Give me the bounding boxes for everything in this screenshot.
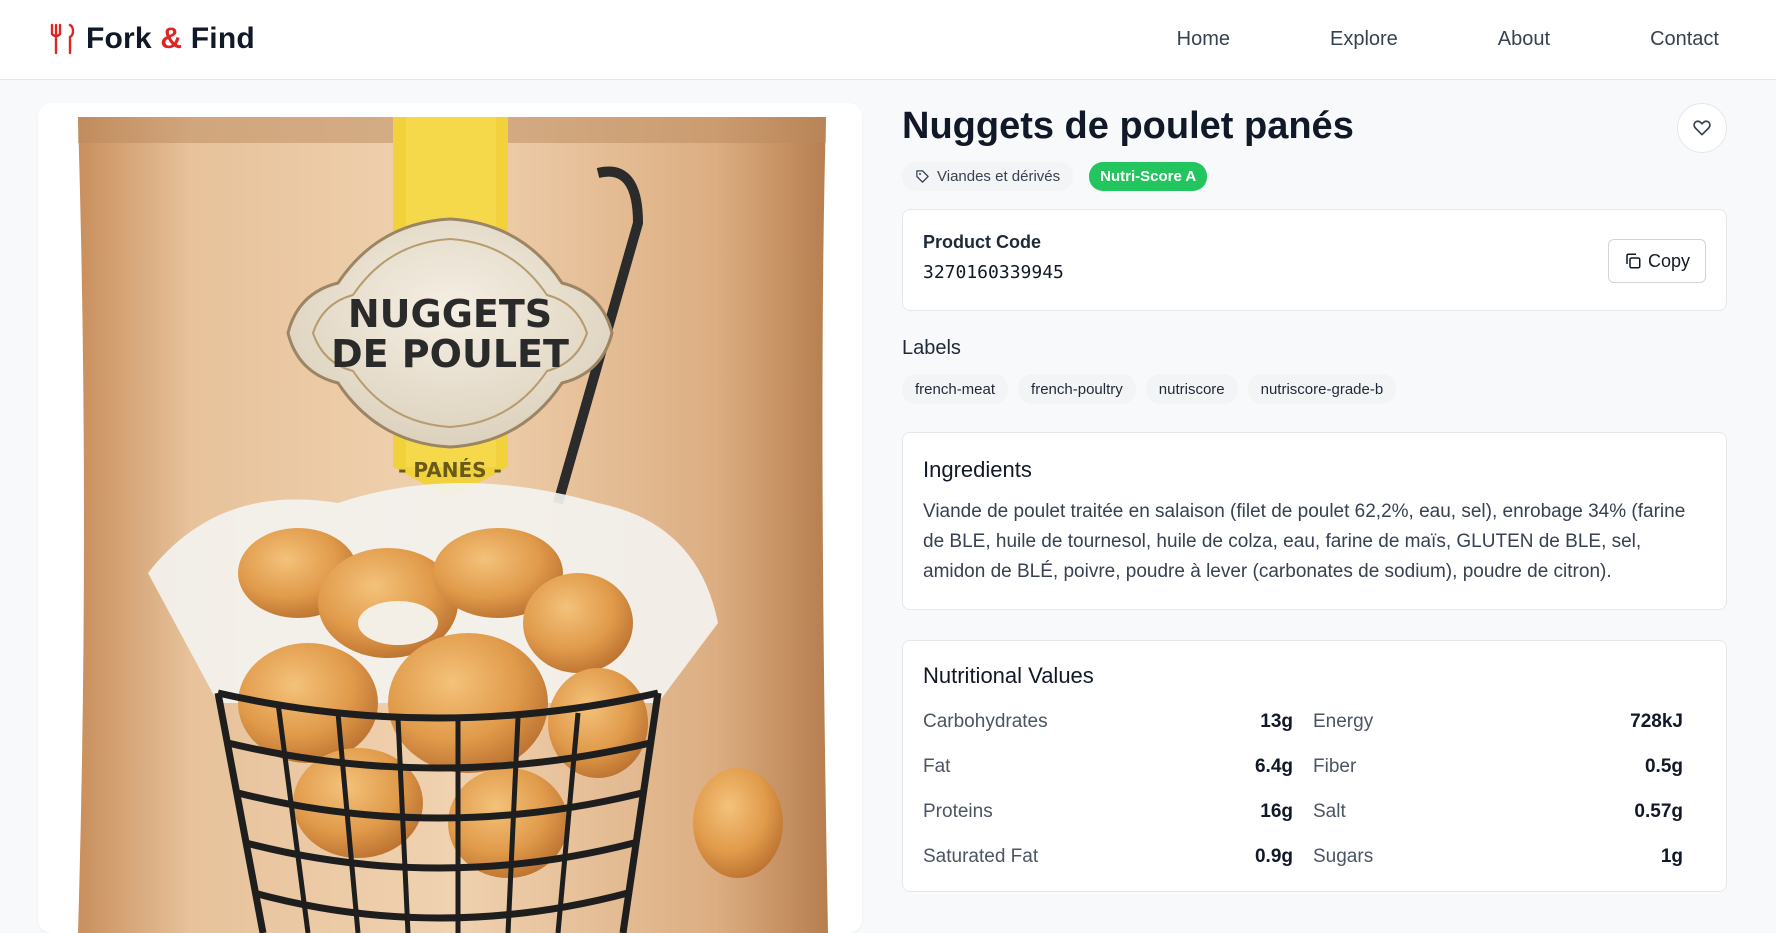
svg-text:- PANÉS -: - PANÉS -	[398, 458, 502, 482]
ingredients-card: Ingredients Viande de poulet traitée en …	[902, 432, 1727, 610]
nutrient-value: 0.9g	[1254, 845, 1293, 867]
ingredients-heading: Ingredients	[923, 457, 1032, 482]
nutrient-value: 728kJ	[1630, 710, 1683, 732]
nutrient-name: Fat	[923, 755, 951, 777]
nutrient-value: 16g	[1260, 800, 1293, 822]
top-navbar: Fork & Find Home Explore About Contact	[0, 0, 1776, 80]
copy-label: Copy	[1647, 250, 1691, 271]
nutrient-name: Sugars	[1313, 845, 1374, 867]
ingredients-text: Viande de poulet traitée en salaison (fi…	[923, 501, 1686, 582]
nutrition-column-right: Energy 728kJ Fiber 0.5g Salt 0.57g Sugars 1g	[1313, 699, 1683, 879]
nutrition-row: Fiber 0.5g	[1313, 744, 1683, 789]
nutrition-row: Sugars 1g	[1313, 834, 1683, 879]
nutrient-name: Energy	[1313, 710, 1374, 732]
product-code-card: Product Code 3270160339945 Copy	[902, 209, 1727, 311]
nutrient-name: Fiber	[1313, 755, 1357, 777]
nutrient-value: 0.57g	[1634, 800, 1683, 822]
nutri-score-badge: Nutri-Score A	[1089, 162, 1208, 191]
fork-knife-icon	[50, 23, 75, 55]
favorite-button[interactable]	[1677, 103, 1727, 153]
product-title: Nuggets de poulet panés	[902, 105, 1354, 147]
label-chip[interactable]: nutriscore-grade-b	[1247, 374, 1397, 404]
label-chip[interactable]: french-poultry	[1018, 374, 1136, 404]
nav-about[interactable]: About	[1498, 28, 1550, 51]
product-tags: Viandes et dérivés Nutri-Score A	[902, 162, 1727, 191]
nutrient-value: 1g	[1660, 845, 1683, 867]
nutrition-heading: Nutritional Values	[923, 663, 1094, 688]
nutrition-row: Proteins 16g	[923, 789, 1293, 834]
nutrition-row: Carbohydrates 13g	[923, 699, 1293, 744]
copy-icon	[1626, 253, 1641, 269]
heart-icon	[1693, 120, 1711, 136]
label-chip[interactable]: french-meat	[902, 374, 1009, 404]
nutrient-name: Saturated Fat	[923, 845, 1039, 867]
tag-icon	[916, 170, 929, 183]
brand-logo[interactable]: Fork & Find	[48, 22, 255, 56]
nav-explore[interactable]: Explore	[1330, 28, 1398, 51]
nutrition-row: Energy 728kJ	[1313, 699, 1683, 744]
nutrient-name: Salt	[1313, 800, 1346, 822]
product-code-label: Product Code	[923, 232, 1042, 252]
svg-text:DE POULET: DE POULET	[331, 332, 569, 376]
nutrient-name: Proteins	[923, 800, 993, 822]
labels-list: french-meat french-poultry nutriscore nu…	[902, 374, 1727, 404]
nav-home[interactable]: Home	[1177, 28, 1230, 51]
nav-contact[interactable]: Contact	[1650, 28, 1719, 51]
svg-text:NUGGETS: NUGGETS	[348, 292, 552, 336]
nutrition-card: Nutritional Values Carbohydrates 13g Fat 6…	[902, 640, 1727, 892]
nutrient-value: 13g	[1260, 710, 1293, 732]
main-nav: Home Explore About Contact	[1077, 28, 1719, 51]
nutrition-row: Saturated Fat 0.9g	[923, 834, 1293, 879]
label-chip[interactable]: nutriscore	[1145, 374, 1238, 404]
copy-button[interactable]: Copy	[1608, 239, 1706, 283]
nutrition-grid: Carbohydrates 13g Fat 6.4g Proteins 16g Sat…	[923, 699, 1706, 879]
product-image-card: NUGGETS DE POULET - PANÉS -	[38, 103, 862, 933]
product-image: NUGGETS DE POULET - PANÉS -	[38, 103, 862, 933]
nutrition-row: Fat 6.4g	[923, 744, 1293, 789]
nutrition-column-left: Carbohydrates 13g Fat 6.4g Proteins 16g Sat…	[923, 699, 1293, 879]
nutrient-value: 0.5g	[1644, 755, 1683, 777]
labels-heading: Labels	[902, 337, 961, 359]
product-code-value: 3270160339945	[923, 262, 1064, 283]
category-label: Viandes et dérivés	[937, 168, 1061, 185]
nutrient-name: Carbohydrates	[923, 710, 1048, 732]
product-detail: Nuggets de poulet panés Viandes et dériv…	[902, 100, 1727, 892]
nutrition-row: Salt 0.57g	[1313, 789, 1683, 834]
nutrient-value: 6.4g	[1254, 755, 1293, 777]
category-tag[interactable]: Viandes et dérivés	[902, 162, 1074, 191]
brand-name: Fork & Find	[86, 22, 255, 55]
